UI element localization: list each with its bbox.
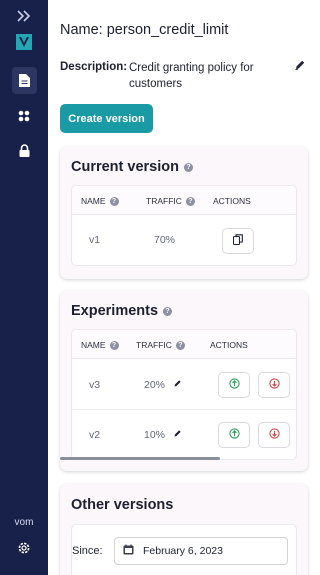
help-icon[interactable]: ? [175,340,185,350]
main-content: Name: person_credit_limit Description: C… [48,0,320,575]
arrow-up-circle-icon [228,426,240,444]
arrow-down-circle-icon [268,376,280,394]
help-icon[interactable]: ? [163,306,173,316]
gear-icon[interactable] [0,540,48,556]
promote-button[interactable] [218,372,250,398]
experiments-title: Experiments [71,303,159,319]
arrow-down-circle-icon [268,426,280,444]
since-date-field[interactable]: February 6, 2023 [114,537,288,565]
help-icon[interactable]: ? [109,340,119,350]
row-divider [72,409,296,410]
promote-button[interactable] [218,422,250,448]
document-icon[interactable] [0,72,48,88]
experiments-heading: Experiments ? [71,303,173,319]
horizontal-scrollbar[interactable] [60,457,220,460]
version-traffic: 70% [154,234,176,246]
column-header-traffic: TRAFFIC? [136,340,185,350]
copy-button[interactable] [222,228,254,254]
description-label: Description: [60,61,128,73]
since-date-value: February 6, 2023 [143,545,223,557]
lock-icon[interactable] [0,142,48,158]
column-header-actions: ACTIONS [210,340,248,350]
pencil-icon[interactable] [173,429,182,441]
column-header-actions: ACTIONS [213,196,251,206]
experiments-card: Experiments ? NAME? TRAFFIC? ACTIONS v3 … [60,291,308,471]
description-text: Credit granting policy for customers [129,62,254,90]
column-header-name: NAME? [81,196,119,206]
experiments-table: NAME? TRAFFIC? ACTIONS v3 20% v2 10% [71,329,297,460]
calendar-icon [123,544,134,558]
create-version-button[interactable]: Create version [60,104,153,133]
help-icon[interactable]: ? [185,196,195,206]
page-title: Name: person_credit_limit [60,22,229,38]
other-versions-title: Other versions [71,497,174,513]
column-header-name: NAME? [81,340,119,350]
experiment-name: v2 [89,429,101,441]
current-version-card: Current version ? NAME? TRAFFIC? ACTIONS… [60,147,308,279]
help-icon[interactable]: ? [109,196,119,206]
copy-icon [232,232,243,250]
experiment-traffic: 20% [144,379,182,391]
current-version-table: NAME? TRAFFIC? ACTIONS v1 70% [71,185,297,266]
pencil-icon[interactable] [173,379,182,391]
current-version-title: Current version [71,159,179,175]
double-chevron-right-icon[interactable] [0,8,48,24]
user-label[interactable]: vom [0,517,48,528]
experiment-name: v3 [89,379,101,391]
since-label: Since: [72,545,103,557]
sidebar: vom [0,0,48,575]
arrow-up-circle-icon [228,376,240,394]
experiment-traffic: 10% [144,429,182,441]
demote-button[interactable] [258,422,290,448]
current-version-heading: Current version ? [71,159,193,175]
pencil-icon[interactable] [294,58,306,76]
v-logo-icon[interactable] [0,34,48,50]
demote-button[interactable] [258,372,290,398]
version-name: v1 [89,234,101,246]
help-icon[interactable]: ? [183,162,193,172]
column-header-traffic: TRAFFIC? [146,196,195,206]
apps-icon[interactable] [0,108,48,124]
